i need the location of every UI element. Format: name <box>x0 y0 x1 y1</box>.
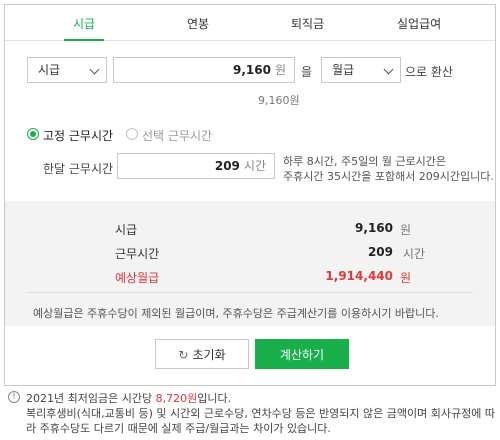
amount-input-value: 9,160 <box>232 63 271 77</box>
hours-help-line-2: 주휴시간 35시간을 포함해서 209시간입니다. <box>283 170 494 183</box>
radio-fixed-hours-label[interactable]: 고정 근무시간 <box>43 127 113 144</box>
chevron-down-icon <box>383 64 394 75</box>
reset-button[interactable]: ↻ 초기화 <box>155 339 249 369</box>
result-section: 시급 9,160 원 근무시간 209 시간 예상월급 1,914,440 원 … <box>5 201 495 326</box>
active-tab-indicator <box>64 39 104 41</box>
result-value-monthly: 1,914,440 <box>325 269 393 283</box>
reset-button-label: 초기화 <box>192 348 226 362</box>
chevron-down-icon <box>89 64 100 75</box>
hours-help-line-1: 하루 8시간, 주5일의 월 근로시간은 <box>283 155 447 168</box>
tab-unemployment[interactable]: 실업급여 <box>397 15 441 32</box>
monthly-hours-label: 한달 근무시간 <box>43 162 114 176</box>
particle-label: 을 <box>301 65 313 79</box>
refresh-icon: ↻ <box>178 348 189 362</box>
tab-hourly[interactable]: 시급 <box>73 15 95 32</box>
calculate-button-label: 계산하기 <box>279 348 325 362</box>
from-unit-select-value: 시급 <box>38 63 61 77</box>
radio-select-hours-label[interactable]: 선택 근무시간 <box>142 127 212 144</box>
result-value-hourly: 9,160 <box>355 221 393 235</box>
result-label-hourly: 시급 <box>115 223 138 237</box>
result-note: 예상월급은 주휴수당이 제외된 월급이며, 주휴수당은 주급계산기를 이용하시기… <box>33 307 439 320</box>
min-wage-note: 2021년 최저임금은 시간당 8,720원입니다. <box>26 390 231 406</box>
from-unit-select[interactable]: 시급 <box>27 57 107 83</box>
amount-input[interactable]: 9,160 원 <box>113 57 295 83</box>
result-unit-hours: 시간 <box>402 247 425 261</box>
amount-unit: 원 <box>274 63 286 77</box>
tab-annual[interactable]: 연봉 <box>187 15 209 32</box>
min-wage-note-suffix: 입니다. <box>197 392 232 405</box>
amount-readout: 9,160원 <box>258 94 300 107</box>
min-wage-amount: 8,720원 <box>155 392 198 405</box>
calculate-button[interactable]: 계산하기 <box>255 339 349 369</box>
calculator-panel: 시급 연봉 퇴직금 실업급여 시급 9,160 원 을 월급 으로 환산 9,16… <box>4 4 496 386</box>
tab-bar: 시급 연봉 퇴직금 실업급여 <box>5 5 495 41</box>
result-label-monthly: 예상월급 <box>115 271 160 285</box>
benefits-note-line-2: 라 주휴수당도 다르기 때문에 실제 주급/월급과는 차이가 있습니다. <box>26 422 331 435</box>
result-value-hours: 209 <box>367 245 393 259</box>
min-wage-note-prefix: 2021년 최저임금은 시간당 <box>26 392 156 405</box>
to-unit-select-value: 월급 <box>332 63 355 77</box>
to-unit-select[interactable]: 월급 <box>321 57 401 83</box>
convert-suffix-label: 으로 환산 <box>405 65 453 79</box>
benefits-note-line-1: 복리후생비(식대,교통비 등) 및 시간외 근로수당, 연차수당 등은 반영되지… <box>26 407 495 420</box>
tab-severance[interactable]: 퇴직금 <box>291 15 324 32</box>
result-label-hours: 근무시간 <box>115 247 160 261</box>
result-unit-monthly: 원 <box>399 271 411 285</box>
result-table: 시급 9,160 원 근무시간 209 시간 예상월급 1,914,440 원 <box>27 209 473 293</box>
radio-fixed-hours[interactable] <box>27 128 39 140</box>
info-icon: ! <box>8 391 20 403</box>
monthly-hours-input[interactable]: 209 시간 <box>117 153 275 179</box>
monthly-hours-unit: 시간 <box>243 159 266 173</box>
monthly-hours-value: 209 <box>214 159 240 173</box>
radio-select-hours[interactable] <box>126 128 138 140</box>
result-unit-hourly: 원 <box>399 223 411 237</box>
